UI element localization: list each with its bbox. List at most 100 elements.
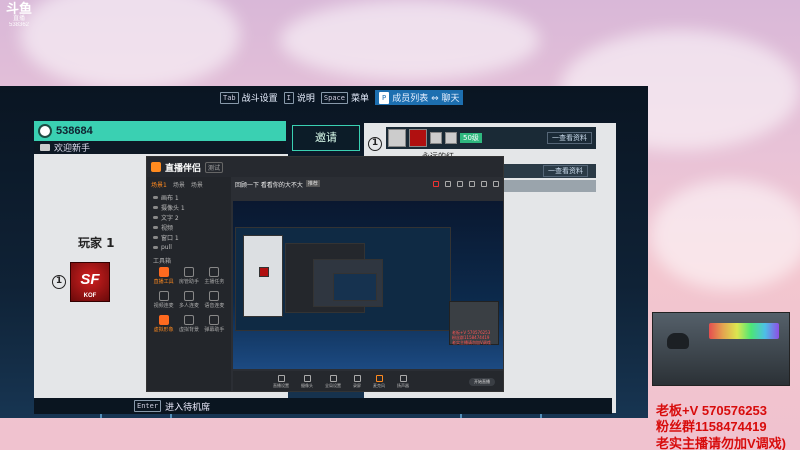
key-hint: Tab bbox=[220, 91, 239, 104]
slot-number: 1 bbox=[368, 137, 382, 151]
tool-button[interactable]: 虚拟背景 bbox=[176, 315, 201, 337]
mail-icon[interactable] bbox=[469, 181, 475, 187]
slot-number: 1 bbox=[52, 275, 66, 289]
tool-label: 虚拟形象 bbox=[153, 327, 174, 333]
team-logo[interactable]: SF KOF bbox=[70, 262, 110, 302]
tool-button[interactable]: 语音连麦 bbox=[202, 291, 227, 313]
help-label: 说明 bbox=[296, 94, 315, 104]
tool-icon bbox=[183, 291, 194, 301]
webcam-overlay bbox=[652, 312, 790, 386]
tool-button[interactable]: 主播任务 bbox=[202, 267, 227, 289]
source-item[interactable]: 画布 1 bbox=[147, 192, 231, 202]
eye-icon[interactable] bbox=[153, 245, 158, 249]
key-hint: Space bbox=[320, 91, 348, 104]
tool-button[interactable]: 虚拟形象 bbox=[151, 315, 176, 337]
eye-icon[interactable] bbox=[153, 195, 158, 199]
invite-button[interactable]: 邀请 bbox=[292, 125, 360, 151]
tool-grid: 直播工具 房管助手 主播任务 视频连麦 多人连麦 语音连麦 虚拟形象 虚拟背景 … bbox=[147, 267, 231, 337]
member-icon bbox=[445, 132, 457, 144]
key-hint: I bbox=[283, 91, 294, 104]
tool-label: 视频连麦 bbox=[153, 303, 174, 309]
avatar[interactable] bbox=[38, 124, 52, 138]
member-chat-toggle[interactable]: P 成员列表 ⇔ 聊天 bbox=[375, 90, 464, 105]
app-logo-icon bbox=[151, 162, 161, 172]
keyboard-image bbox=[709, 323, 779, 339]
nested-preview bbox=[333, 273, 377, 301]
game-topbar: Tab 战斗设置 I 说明 Space 菜单 P 成员列表 ⇔ 聊天 bbox=[220, 90, 464, 105]
record-icon[interactable] bbox=[433, 181, 439, 187]
tools-label: 工具箱 bbox=[153, 258, 172, 265]
eye-icon[interactable] bbox=[153, 215, 158, 219]
tool-label: 直播设置 bbox=[273, 383, 289, 388]
player-header: 538684 bbox=[34, 121, 286, 141]
source-item[interactable]: 摄像头 1 bbox=[147, 202, 231, 212]
live-settings-button[interactable]: 直播设置 bbox=[273, 375, 289, 389]
source-label: pull bbox=[161, 243, 172, 251]
record-button[interactable]: 录屏 bbox=[353, 375, 361, 389]
app-title: 直播伴侣 bbox=[165, 163, 202, 174]
player-label: 玩家 1 bbox=[78, 236, 115, 250]
source-item[interactable]: 视频 bbox=[147, 222, 231, 232]
scene-tab[interactable]: 场景 bbox=[191, 180, 203, 189]
help-button[interactable]: I 说明 bbox=[283, 91, 315, 104]
source-label: 文字 2 bbox=[161, 214, 179, 222]
view-profile-button[interactable]: 一查看资料 bbox=[543, 165, 588, 177]
scene-tab[interactable]: 场景1 bbox=[151, 180, 167, 189]
member-team-logo bbox=[409, 129, 427, 147]
camera-thumbnail: 老板+V 570576253 粉丝群1158474419 老实主播请勿加V调戏 bbox=[449, 301, 499, 345]
tool-button[interactable]: 直播工具 bbox=[151, 267, 176, 289]
source-label: 画布 1 bbox=[161, 194, 179, 202]
source-item[interactable]: 文字 2 bbox=[147, 212, 231, 222]
room-title[interactable]: 回顾一下 看看你的大不大 bbox=[235, 180, 303, 189]
app-sidebar: 场景1 场景 场景 画布 1 摄像头 1 文字 2 视频 窗口 1 pull 工… bbox=[147, 177, 231, 391]
tool-label: 语音连麦 bbox=[204, 303, 225, 309]
wait-room-label: 进入待机席 bbox=[165, 402, 211, 413]
cloud bbox=[650, 180, 800, 290]
source-label: 视频 bbox=[161, 224, 174, 232]
tool-label: 摄像头 bbox=[301, 383, 313, 388]
source-label: 摄像头 1 bbox=[161, 204, 185, 212]
cam-text: 老板+V 570576253 粉丝群1158474419 老实主播请勿加V调戏 bbox=[452, 330, 491, 345]
home-icon[interactable] bbox=[481, 181, 487, 187]
eye-icon[interactable] bbox=[153, 225, 158, 229]
share-icon[interactable] bbox=[493, 181, 499, 187]
eye-icon[interactable] bbox=[153, 235, 158, 239]
lock-icon[interactable] bbox=[445, 181, 451, 187]
tool-button[interactable]: 多人连麦 bbox=[176, 291, 201, 313]
tool-label: 全局设置 bbox=[325, 383, 341, 388]
speaker-icon bbox=[399, 375, 407, 382]
eye-icon[interactable] bbox=[153, 205, 158, 209]
level-badge: 50级 bbox=[460, 133, 482, 143]
tool-label: 扬声器 bbox=[397, 383, 409, 388]
tool-icon bbox=[209, 267, 220, 277]
view-profile-button[interactable]: 一查看资料 bbox=[547, 132, 592, 144]
tool-button[interactable]: 视频连麦 bbox=[151, 291, 176, 313]
roster-member-row[interactable]: 50级 一查看资料 bbox=[386, 127, 596, 149]
start-live-button[interactable]: 开始直播 bbox=[469, 378, 495, 386]
tool-button[interactable]: 弹幕助手 bbox=[202, 315, 227, 337]
room-tag: 推荐 bbox=[305, 180, 320, 187]
camera-button[interactable]: 摄像头 bbox=[301, 375, 313, 389]
tool-icon bbox=[158, 315, 169, 325]
app-titlebar: 直播伴侣 测试 bbox=[147, 157, 503, 177]
record-icon bbox=[353, 375, 361, 382]
tool-button[interactable]: 房管助手 bbox=[176, 267, 201, 289]
menu-button[interactable]: Space 菜单 bbox=[320, 91, 369, 104]
player-id: 538684 bbox=[56, 125, 93, 137]
tool-icon bbox=[183, 315, 194, 325]
mic-button[interactable]: 麦克风 bbox=[373, 375, 385, 389]
global-settings-button[interactable]: 全局设置 bbox=[325, 375, 341, 389]
speaker-button[interactable]: 扬声器 bbox=[397, 375, 409, 389]
gift-icon[interactable] bbox=[457, 181, 463, 187]
source-item[interactable]: pull bbox=[147, 242, 231, 252]
scene-tab[interactable]: 场景 bbox=[173, 180, 185, 189]
room-actions bbox=[433, 181, 499, 187]
cloud bbox=[280, 0, 540, 80]
source-item[interactable]: 窗口 1 bbox=[147, 232, 231, 242]
platform-logo: 斗鱼 直播 538362 bbox=[5, 1, 32, 29]
wait-room-bar[interactable]: Enter 进入待机席 bbox=[34, 398, 612, 414]
member-avatar bbox=[388, 129, 406, 147]
team-logo-sub: KOF bbox=[83, 293, 97, 299]
key-hint: Enter bbox=[134, 400, 162, 412]
battle-settings-button[interactable]: Tab 战斗设置 bbox=[220, 91, 278, 104]
